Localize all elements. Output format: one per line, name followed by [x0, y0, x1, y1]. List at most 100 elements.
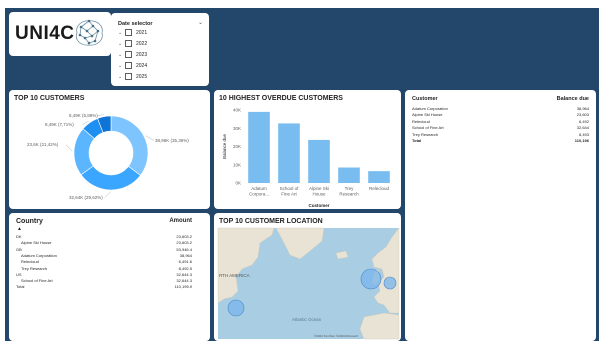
table-cell-amount: 38,964 [179, 252, 192, 258]
checkbox[interactable] [125, 29, 132, 36]
table-cell-customer: Relecloud [412, 118, 430, 124]
top-customers-visual[interactable]: TOP 10 CUSTOMERS 38,96K (35,36%) 32,64K (… [9, 90, 210, 209]
table-cell-amount: 32,644.3 [176, 271, 192, 277]
table-cell-country: Relecloud [21, 259, 39, 265]
column-header-balance[interactable]: Balance due [557, 96, 589, 102]
map-bubble-us[interactable] [227, 299, 245, 317]
bar[interactable] [308, 139, 330, 183]
slicer-item-2021[interactable]: ⌄ 2021 [118, 28, 147, 37]
map-bubble-denmark[interactable] [383, 276, 397, 290]
x-tick-label: Alpine Ski [309, 186, 329, 191]
x-tick-label: Relecloud [369, 186, 390, 191]
logo-text: UNI4C [15, 23, 75, 44]
sort-ascending-icon[interactable]: ▲ [17, 226, 22, 232]
table-cell-balance: 23,603 [576, 112, 589, 118]
donut-slice[interactable] [80, 165, 141, 191]
y-tick-label: 0K [235, 181, 241, 186]
y-tick-label: 10K [233, 162, 241, 167]
y-tick-label: 40K [233, 108, 241, 113]
donut-leader-line [65, 144, 73, 152]
bar[interactable] [368, 171, 390, 183]
map-bubble-uk[interactable] [360, 268, 382, 290]
donut-data-label: 32,64K (29,62%) [69, 195, 103, 200]
slicer-item-2025[interactable]: ⌄ 2025 [118, 72, 147, 81]
map-land-africa [359, 312, 400, 340]
x-tick-label: Trey [345, 186, 355, 191]
donut-leader-line [145, 135, 155, 141]
chevron-down-icon[interactable]: ⌄ [118, 63, 125, 69]
y-axis-title: Balance due [222, 133, 227, 159]
map[interactable]: RTH AMERICA Atlantic Ocean ©2024 TomTom … [214, 213, 401, 341]
total-value: 110,196 [574, 138, 589, 143]
chevron-down-icon[interactable]: ⌄ [118, 30, 125, 36]
x-tick-label: Adatum [251, 186, 267, 191]
checkbox[interactable] [125, 40, 132, 47]
y-tick-label: 30K [233, 126, 241, 131]
checkbox[interactable] [125, 62, 132, 69]
balance-table[interactable]: Customer Balance due Adatum Corporation 3… [405, 90, 596, 341]
column-header-country[interactable]: Country [16, 218, 43, 225]
date-selector: Date selector ⌄ ⌄ 2021 ⌄ 2022 ⌄ 2023 ⌄ 2… [111, 13, 209, 86]
table-cell-country: School of Fine Art [21, 278, 53, 284]
donut-data-label: 38,96K (35,36%) [155, 138, 189, 143]
customer-map-visual[interactable]: TOP 10 CUSTOMER LOCATION RTH AMERICA Atl… [214, 213, 401, 341]
table-cell-balance: 38,964 [576, 106, 589, 111]
x-tick-label: House [312, 192, 326, 197]
column-header-amount[interactable]: Amount [169, 218, 192, 224]
slicer-item-label: 2024 [136, 62, 148, 69]
x-axis-title: Customer [308, 203, 329, 208]
checkbox[interactable] [125, 73, 132, 80]
table-cell-amount: 8,492.5 [178, 265, 192, 271]
table-cell-country: Adatum Corporation [21, 252, 57, 258]
bar[interactable] [248, 111, 270, 183]
table-cell-country: DK [16, 234, 22, 239]
map-footer: ©2024 TomTom ©2024 Microsoft [314, 334, 358, 338]
logo-tile: UNI4C [9, 12, 111, 56]
table-cell-customer: Adatum Corporation [412, 106, 448, 111]
table-cell-country: GB [16, 246, 22, 252]
table-cell-country: Alpine Ski House [21, 240, 52, 246]
table-cell-country: Trey Research [21, 265, 48, 271]
bar[interactable] [338, 167, 360, 183]
date-selector-title: Date selector [118, 21, 153, 27]
slicer-item-label: 2022 [136, 40, 148, 47]
chevron-down-icon[interactable]: ⌄ [118, 52, 125, 58]
donut-data-label: 6,49K (5,89%) [69, 113, 98, 118]
checkbox[interactable] [125, 51, 132, 58]
table-cell-balance: 6,492 [578, 118, 589, 124]
donut-slice[interactable] [110, 115, 149, 176]
x-tick-label: School of [280, 186, 300, 191]
total-label: Total [412, 138, 422, 143]
chevron-down-icon[interactable]: ⌄ [118, 41, 125, 47]
x-tick-label: Corpora... [249, 192, 269, 197]
slicer-item-label: 2021 [136, 29, 148, 36]
total-value: 110,195.9 [174, 284, 193, 290]
donut-data-label: 8,49K (7,71%) [45, 122, 74, 127]
slicer-item-label: 2023 [136, 51, 148, 58]
bar-chart[interactable]: 0K 10K 20K 30K 40K Balance due AdatumCorpora..… [214, 90, 401, 209]
report-canvas: UNI4C Date selector ⌄ ⌄ 2021 ⌄ 2022 ⌄ 20… [5, 8, 599, 341]
table-cell-amount: 32,644.3 [176, 278, 192, 284]
table-cell-amount: 23,603.2 [176, 234, 192, 239]
column-header-customer[interactable]: Customer [412, 96, 438, 102]
donut-leader-line [104, 191, 111, 198]
brain-icon [75, 19, 103, 46]
map-label-ocean: Atlantic Ocean [292, 317, 322, 322]
donut-leader-line [97, 114, 104, 116]
slicer-item-label: 2025 [136, 73, 148, 80]
slicer-item-2023[interactable]: ⌄ 2023 [118, 50, 147, 59]
chevron-down-icon[interactable]: ⌄ [198, 19, 203, 26]
donut-chart[interactable]: 38,96K (35,36%) 32,64K (29,62%) 23,6K (21,… [9, 90, 210, 209]
country-table[interactable]: Country Amount ▲ DK 23,603.2 Alpine Ski Ho… [9, 213, 210, 341]
table-cell-customer: School of Fine Art [412, 125, 444, 131]
x-tick-label: Research [339, 192, 359, 197]
map-label-america: RTH AMERICA [219, 273, 250, 278]
bar[interactable] [278, 123, 300, 183]
table-cell-amount: 23,603.2 [176, 240, 192, 246]
x-tick-label: Fine Art [281, 192, 297, 197]
chevron-down-icon[interactable]: ⌄ [118, 74, 125, 80]
slicer-item-2024[interactable]: ⌄ 2024 [118, 61, 147, 70]
table-cell-balance: 32,644 [576, 125, 589, 131]
overdue-customers-visual[interactable]: 10 HIGHEST OVERDUE CUSTOMERS 0K 10K 20K 30K… [214, 90, 401, 209]
slicer-item-2022[interactable]: ⌄ 2022 [118, 39, 147, 48]
